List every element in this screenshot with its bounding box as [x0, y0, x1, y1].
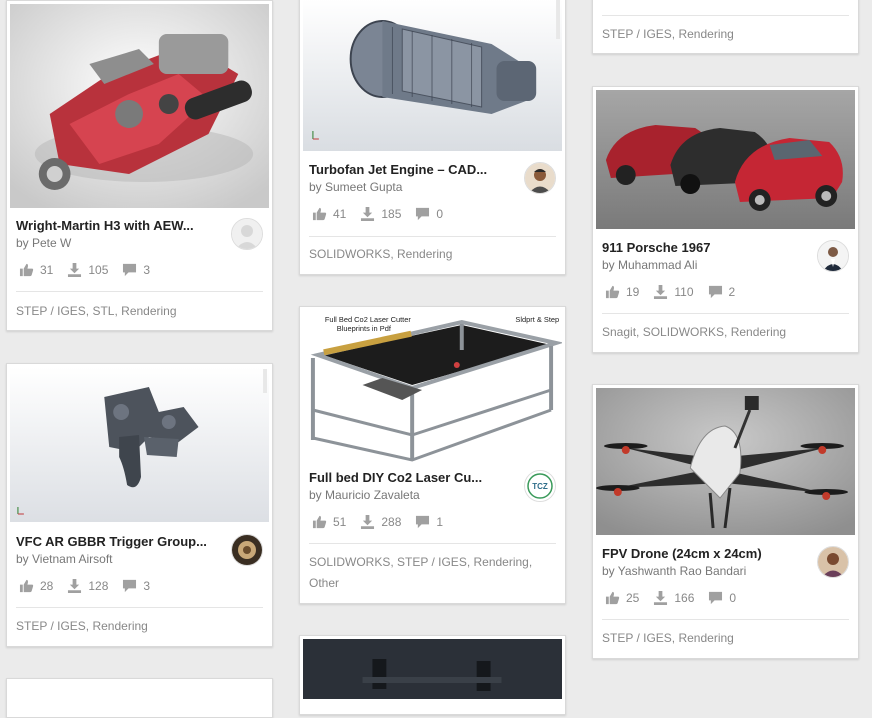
thumbs-up-icon — [605, 285, 620, 299]
comments-count[interactable]: 0 — [708, 591, 736, 605]
model-title[interactable]: Full bed DIY Co2 Laser Cu... — [309, 470, 509, 485]
model-card-laser-cutter[interactable]: Full Bed Co2 Laser Cutter Blueprints in … — [299, 306, 566, 604]
author-avatar[interactable] — [817, 546, 849, 578]
download-icon — [67, 263, 82, 277]
thumbs-up-icon — [312, 515, 327, 529]
model-author[interactable]: by Vietnam Airsoft — [16, 552, 113, 566]
model-thumbnail[interactable]: Full Bed Co2 Laser Cutter Blueprints in … — [303, 310, 562, 462]
model-title[interactable]: Turbofan Jet Engine – CAD... — [309, 162, 509, 177]
downloads-count[interactable]: 288 — [360, 515, 401, 529]
comments-count[interactable]: 1 — [415, 515, 443, 529]
likes-count[interactable]: 51 — [312, 515, 346, 529]
model-card-porsche[interactable]: 911 Porsche 1967 by Muhammad Ali 19 110 … — [592, 86, 859, 353]
model-title[interactable]: VFC AR GBBR Trigger Group... — [16, 534, 216, 549]
comment-icon — [708, 591, 723, 605]
model-thumbnail[interactable] — [10, 367, 269, 522]
model-thumbnail[interactable] — [303, 639, 562, 699]
model-tags-line-1: SOLIDWORKS, STEP / IGES, Rendering, — [309, 555, 533, 569]
svg-text:TCZ: TCZ — [532, 482, 548, 491]
model-card-turbofan[interactable]: Turbofan Jet Engine – CAD... by Sumeet G… — [299, 0, 566, 275]
comment-icon — [122, 579, 137, 593]
download-icon — [360, 515, 375, 529]
comments-count[interactable]: 3 — [122, 579, 150, 593]
comments-count[interactable]: 2 — [708, 285, 735, 299]
author-avatar[interactable]: TCZ — [524, 470, 556, 502]
download-icon — [653, 591, 668, 605]
model-tags: STEP / IGES, Rendering — [602, 27, 734, 41]
model-card-wright-martin[interactable]: Wright-Martin H3 with AEW... by Pete W 3… — [6, 0, 273, 331]
thumb-caption-right: Sldprt & Step — [515, 315, 559, 324]
comment-icon — [122, 263, 137, 277]
model-author[interactable]: by Pete W — [16, 236, 71, 250]
divider — [309, 543, 556, 544]
divider — [16, 607, 263, 608]
author-avatar[interactable] — [817, 240, 849, 272]
model-tags: STEP / IGES, Rendering — [602, 631, 734, 645]
model-card-bottom-left[interactable] — [6, 678, 273, 718]
model-title[interactable]: Wright-Martin H3 with AEW... — [16, 218, 216, 233]
likes-count[interactable]: 25 — [605, 591, 639, 605]
model-thumbnail[interactable] — [596, 90, 855, 229]
model-thumbnail[interactable] — [596, 388, 855, 535]
comments-count[interactable]: 3 — [122, 263, 150, 277]
thumb-caption-left: Full Bed Co2 Laser Cutter — [325, 315, 412, 324]
model-author[interactable]: by Sumeet Gupta — [309, 180, 402, 194]
model-author[interactable]: by Muhammad Ali — [602, 258, 697, 272]
downloads-count[interactable]: 105 — [67, 263, 108, 277]
likes-count[interactable]: 31 — [19, 263, 53, 277]
model-title[interactable]: 911 Porsche 1967 — [602, 240, 802, 255]
model-tags: STEP / IGES, STL, Rendering — [16, 304, 177, 318]
divider — [602, 313, 849, 314]
author-avatar[interactable] — [231, 218, 263, 250]
divider — [309, 236, 556, 237]
downloads-count[interactable]: 185 — [360, 207, 401, 221]
download-icon — [360, 207, 375, 221]
thumbs-up-icon — [19, 579, 34, 593]
likes-count[interactable]: 19 — [605, 285, 639, 299]
likes-count[interactable]: 41 — [312, 207, 346, 221]
comment-icon — [415, 515, 430, 529]
model-card-vfc-trigger[interactable]: VFC AR GBBR Trigger Group... by Vietnam … — [6, 363, 273, 647]
model-title[interactable]: FPV Drone (24cm x 24cm) — [602, 546, 802, 561]
downloads-count[interactable]: 110 — [653, 285, 694, 299]
model-tags: STEP / IGES, Rendering — [16, 619, 148, 633]
author-avatar[interactable] — [231, 534, 263, 566]
model-thumbnail[interactable] — [10, 4, 269, 208]
divider — [602, 619, 849, 620]
thumb-caption-left-2: Blueprints in Pdf — [337, 324, 392, 333]
model-card-bottom-middle[interactable] — [299, 635, 566, 715]
model-thumbnail[interactable] — [303, 0, 562, 151]
author-avatar[interactable] — [524, 162, 556, 194]
model-tags: SOLIDWORKS, Rendering — [309, 247, 453, 261]
download-icon — [67, 579, 82, 593]
comments-count[interactable]: 0 — [415, 207, 443, 221]
download-icon — [653, 285, 668, 299]
model-author[interactable]: by Yashwanth Rao Bandari — [602, 564, 746, 578]
downloads-count[interactable]: 166 — [653, 591, 694, 605]
model-tags: SOLIDWORKS, STEP / IGES, Rendering, Othe… — [309, 552, 532, 594]
thumbs-up-icon — [605, 591, 620, 605]
model-author[interactable]: by Mauricio Zavaleta — [309, 488, 420, 502]
thumbs-up-icon — [312, 207, 327, 221]
model-card-top-right[interactable]: STEP / IGES, Rendering — [592, 0, 859, 54]
model-tags-line-2: Other — [309, 576, 340, 590]
model-card-fpv-drone[interactable]: FPV Drone (24cm x 24cm) by Yashwanth Rao… — [592, 384, 859, 659]
likes-count[interactable]: 28 — [19, 579, 53, 593]
divider — [602, 15, 849, 16]
thumbs-up-icon — [19, 263, 34, 277]
downloads-count[interactable]: 128 — [67, 579, 108, 593]
model-tags: Snagit, SOLIDWORKS, Rendering — [602, 325, 787, 339]
comment-icon — [415, 207, 430, 221]
divider — [16, 291, 263, 292]
comment-icon — [708, 285, 723, 299]
